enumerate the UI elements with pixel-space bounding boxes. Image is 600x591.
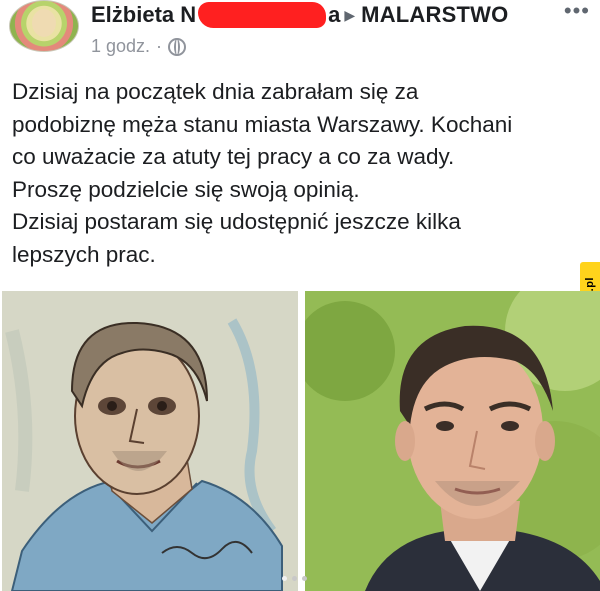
carousel-dot[interactable] (292, 576, 297, 581)
author-avatar[interactable] (9, 0, 79, 52)
arrow-right-icon: ▶ (344, 6, 356, 23)
post-body: Dzisiaj na początek dnia zabrałam się za… (12, 76, 572, 271)
group-name-link[interactable]: MALARSTWO (361, 2, 508, 28)
facebook-post: Elżbieta N a ▶ MALARSTWO ••• 1 godz. · D… (0, 0, 600, 591)
author-name-suffix[interactable]: a (328, 2, 340, 28)
more-dots-icon[interactable]: ••• (564, 0, 590, 22)
carousel-dot[interactable] (282, 576, 287, 581)
painting-illustration (2, 291, 298, 591)
photo-image[interactable] (305, 291, 600, 591)
redaction-mark (198, 2, 327, 28)
post-text-line: Dzisiaj postaram się udostępnić jeszcze … (12, 209, 461, 234)
post-text-line: podobiznę męża stanu miasta Warszawy. Ko… (12, 111, 513, 137)
author-name-link[interactable]: Elżbieta N (91, 2, 196, 28)
avatar-face (32, 9, 56, 37)
carousel-dot[interactable] (302, 576, 307, 581)
post-text-line: co uważacie za atuty tej pracy a co za w… (12, 144, 455, 169)
post-meta: 1 godz. · (91, 36, 187, 57)
post-text-line: lepszych prac. (12, 241, 156, 267)
globe-icon[interactable] (168, 37, 187, 56)
post-timestamp[interactable]: 1 godz. (91, 36, 150, 57)
painting-image[interactable] (2, 291, 298, 591)
carousel-indicator[interactable] (282, 576, 307, 581)
photo-illustration (305, 291, 600, 591)
post-text-line: Proszę podzielcie się swoją opinią. (12, 176, 360, 202)
post-header: Elżbieta N a ▶ MALARSTWO (91, 2, 508, 28)
meta-separator: · (156, 36, 163, 56)
post-text-line: Dzisiaj na początek dnia zabrałam się za (12, 79, 419, 104)
